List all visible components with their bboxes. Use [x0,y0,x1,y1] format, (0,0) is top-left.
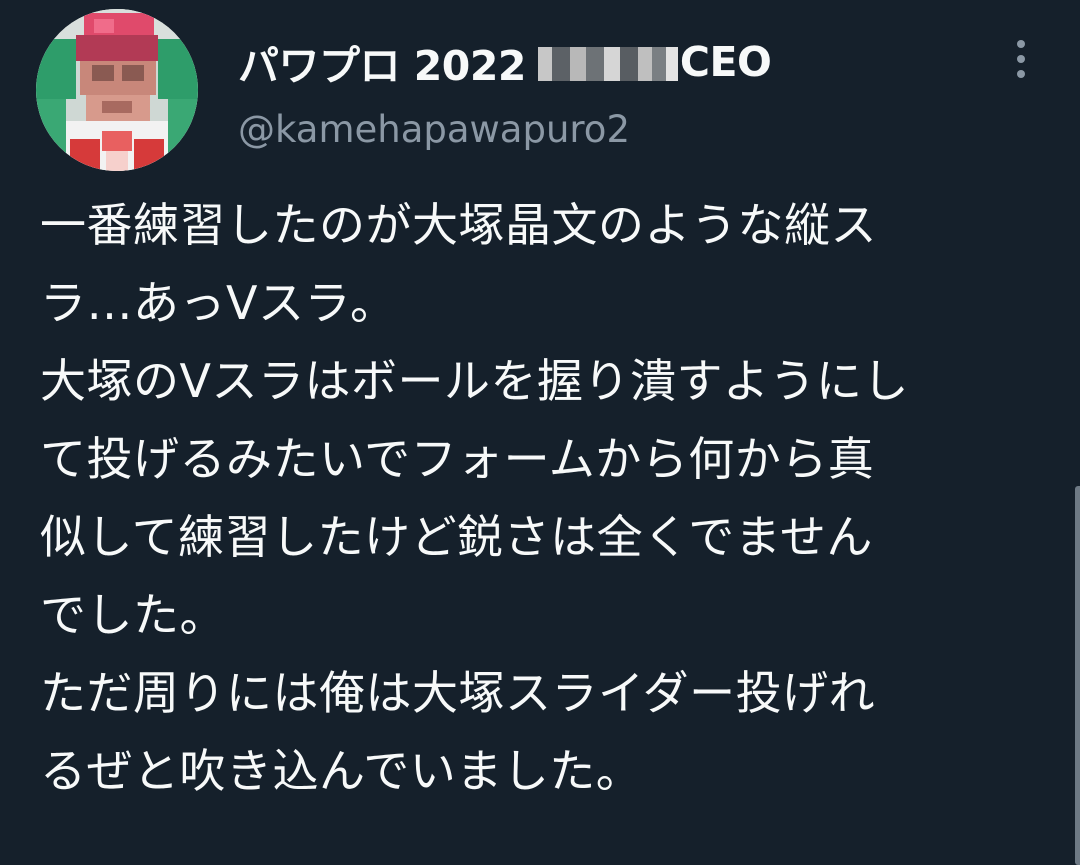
more-vertical-icon-dot [1017,55,1025,63]
tweet-text-line: ラ…あっVスラ。 [40,276,397,330]
display-name-prefix: パワプロ 2022 [238,42,526,90]
user-handle[interactable]: @kamehapawapuro2 [238,108,630,151]
avatar-image [36,9,198,171]
tweet-text: 一番練習したのが大塚晶文のような縦ス ラ…あっVスラ。 大塚のVスラはボールを握… [40,186,1040,810]
redacted-name-segment [537,47,678,81]
more-vertical-icon [1017,40,1025,48]
scrollbar[interactable] [1075,486,1080,865]
tweet-text-line: 一番練習したのが大塚晶文のような縦ス [40,198,877,252]
avatar[interactable] [36,9,198,171]
tweet-text-line: ただ周りには俺は大塚スライダー投げれ [40,666,876,720]
more-options-button[interactable] [1004,36,1038,82]
display-name-suffix: CEO [679,38,772,86]
tweet-text-line: るぜと吹き込んでいました。 [40,744,643,798]
tweet-text-line: 大塚のVスラはボールを握り潰すようにし [40,354,909,408]
more-vertical-icon-dot [1017,70,1025,78]
tweet: パワプロ 2022 CEO @kamehapawapuro2 一番練習したのが大… [0,0,1080,865]
display-name[interactable]: パワプロ 2022 CEO [238,36,772,90]
tweet-text-line: て投げるみたいでフォームから何から真 [40,432,875,486]
tweet-text-line: 似して練習したけど鋭さは全くでません [40,510,873,564]
tweet-text-line: でした。 [40,588,226,642]
